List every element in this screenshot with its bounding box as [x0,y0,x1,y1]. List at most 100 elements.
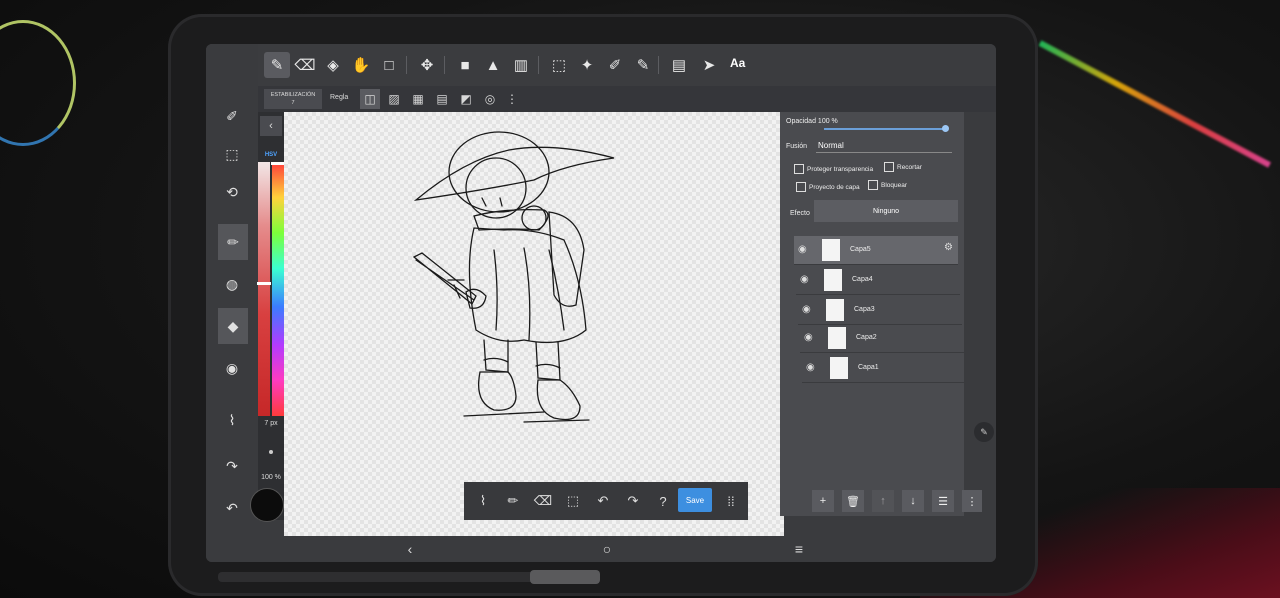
layer-list-menu-icon[interactable]: ☰ [932,490,954,512]
layer-name: Capa1 [858,364,879,371]
more-options-icon[interactable]: ⋮ [502,89,522,109]
hand-tool-icon[interactable]: ✋ [348,52,374,78]
ruler-lines-icon[interactable]: ▤ [432,89,452,109]
hue-knob[interactable] [271,162,285,165]
move-layer-down-icon[interactable]: ↓ [902,490,924,512]
visibility-eye-icon[interactable]: ◉ [802,304,811,315]
magic-wand-icon[interactable]: ✦ [574,52,600,78]
select-eraser-icon[interactable]: ✎ [630,52,656,78]
redo-icon[interactable]: ↷ [220,454,244,478]
palette-icon[interactable]: ◍ [220,272,244,296]
bucket-tool-icon[interactable]: ▲ [480,52,506,78]
layer-thumbnail [822,239,840,261]
layer-row[interactable]: ◉ Capa5 ⚙ [794,236,958,265]
delete-layer-icon[interactable]: 🗑 [842,490,864,512]
layer-name: Capa5 [850,246,871,253]
float-brush-icon[interactable]: ✎ [974,422,994,442]
material-icon[interactable]: ◉ [220,356,244,380]
layer-row[interactable]: ◉ Capa3 [798,296,962,325]
pen-tool-icon[interactable]: ✎ [264,52,290,78]
layer-row[interactable]: ◉ Capa4 [796,266,960,295]
brush-opacity-label: 100 % [261,474,281,481]
layer-row[interactable]: ◉ Capa1 [802,354,966,383]
current-color-swatch[interactable] [250,488,284,522]
visibility-eye-icon[interactable]: ◉ [798,244,807,255]
layer-actions-bar: + 🗑 ↑ ↓ ☰ ⋮ [780,484,982,516]
color-panel: ‹ HSV 7 px 100 % [250,112,285,522]
operation-tool-icon[interactable]: ➤ [696,52,722,78]
collapse-panel-icon[interactable]: ‹ [260,116,282,136]
saturation-slider[interactable] [257,162,271,416]
layer-name: Capa4 [852,276,873,283]
layer-settings-icon[interactable]: ⚙ [944,242,953,253]
layer-project-checkbox[interactable]: Proyecto de capa [796,182,860,192]
brush-size-preview [269,450,273,454]
smudge-tool-icon[interactable]: ◈ [320,52,346,78]
ruler-off-icon[interactable]: ◫ [360,89,380,109]
layers-icon[interactable]: ◆ [218,308,248,344]
undo-icon[interactable]: ↶ [220,496,244,520]
saturation-knob[interactable] [257,282,271,285]
fill-color-icon[interactable]: ■ [452,52,478,78]
effect-button[interactable]: Ninguno [814,200,958,222]
layer-project-box[interactable] [796,182,806,192]
protect-transparency-checkbox[interactable]: Proteger transparencia [794,164,873,174]
color-mode-label[interactable]: HSV [258,152,284,158]
lock-box[interactable] [868,180,878,190]
stabilization-button[interactable]: ESTABILIZACIÓN 7 [264,89,322,109]
selection-icon[interactable]: ⬚ [220,142,244,166]
ruler-parallel-icon[interactable]: ▨ [384,89,404,109]
home-icon[interactable]: ○ [598,540,616,558]
eyedropper-icon[interactable]: ⌇ [220,408,244,432]
visibility-eye-icon[interactable]: ◉ [800,274,809,285]
edit-icon[interactable]: ✐ [220,104,244,128]
clip-checkbox[interactable]: Recortar [884,162,922,172]
layer-project-label: Proyecto de capa [809,183,860,191]
redo-quick-icon[interactable]: ↷ [622,490,644,512]
visibility-eye-icon[interactable]: ◉ [806,362,815,373]
save-button[interactable]: Save [678,488,712,512]
layer-opacity-value: 100 % [817,118,838,125]
protect-transparency-box[interactable] [794,164,804,174]
ruler-perspective-icon[interactable]: ◩ [456,89,476,109]
layer-opacity-knob[interactable] [942,125,949,132]
gradient-tool-icon[interactable]: ▥ [508,52,534,78]
brush-icon[interactable]: ✏ [218,224,248,260]
add-layer-icon[interactable]: + [812,490,834,512]
lock-label: Bloquear [881,181,908,189]
select-pen-icon[interactable]: ✐ [602,52,628,78]
layer-thumbnail [828,327,846,349]
ruler-grid-icon[interactable]: ▦ [408,89,428,109]
hue-slider[interactable] [271,162,285,416]
select-rect-icon[interactable]: ⬚ [546,52,572,78]
grid-menu-icon[interactable]: ⁞⁞ [720,490,742,512]
lock-checkbox[interactable]: Bloquear [868,180,907,190]
deselect-icon[interactable]: ⬚ [562,490,584,512]
move-tool-icon[interactable]: ✥ [414,52,440,78]
visibility-eye-icon[interactable]: ◉ [804,332,813,343]
blend-mode-select[interactable]: Normal [818,141,844,150]
move-layer-up-icon[interactable]: ↑ [872,490,894,512]
brush-size-label: 7 px [264,420,278,427]
eraser-tool-icon[interactable]: ⌫ [292,52,318,78]
layer-more-icon[interactable]: ⋮ [962,490,982,512]
app-screen: ☰ ✎ ⌫ ◈ ✋ □ ✥ ■ ▲ ▥ ⬚ ✦ ✐ ✎ ▤ ➤ Aa ESTAB… [206,44,996,562]
rotate-canvas-icon[interactable]: ⟲ [220,180,244,204]
recents-icon[interactable]: ≡ [790,540,808,558]
eyedropper-quick-icon[interactable]: ⌇ [472,490,494,512]
eraser-quick-icon[interactable]: ⌫ [532,490,554,512]
undo-quick-icon[interactable]: ↶ [592,490,614,512]
layer-row[interactable]: ◉ Capa2 [800,324,964,353]
frame-tool-icon[interactable]: ▤ [666,52,692,78]
layer-opacity-slider[interactable] [824,128,946,130]
ruler-concentric-icon[interactable]: ◎ [480,89,500,109]
help-icon[interactable]: ? [652,490,674,512]
drawing-canvas[interactable]: ⌇ ✏ ⌫ ⬚ ↶ ↷ ? Save ⁞⁞ [284,112,784,536]
back-icon[interactable]: ‹ [401,540,419,558]
shape-tool-icon[interactable]: □ [376,52,402,78]
effect-label: Efecto [790,210,810,217]
text-tool-button[interactable]: Aa [730,56,745,70]
clip-box[interactable] [884,162,894,172]
pen-quick-icon[interactable]: ✏ [502,490,524,512]
sketch-drawing [412,131,615,423]
